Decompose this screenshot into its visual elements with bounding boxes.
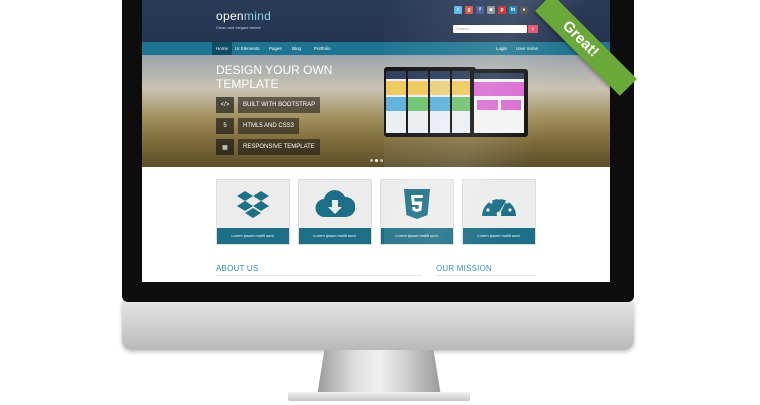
feature-card-speedometer[interactable]: Lorem ipsum mollit sunt. [462, 179, 536, 245]
facebook-icon[interactable]: f [476, 6, 484, 14]
dropbox-icon [217, 180, 289, 228]
monitor-chin [122, 302, 634, 350]
hero-button-label: HTML5 AND CSS3 [238, 118, 300, 134]
tablet-devices-image [384, 67, 528, 139]
our-mission-heading: OUR MISSION [436, 264, 492, 273]
hero-button-label: RESPONSIVE TEMPLATE [238, 139, 320, 155]
nav-item-pages[interactable]: Pages [265, 42, 286, 55]
hero-button-label: BUILT WITH BOOTSTRAP [238, 97, 321, 113]
nav-item-portfolio[interactable]: Portfolio [310, 42, 335, 55]
search-input[interactable]: Search... [453, 25, 527, 33]
cloud-download-icon [299, 180, 371, 228]
nav-item-user-name[interactable]: User name [512, 42, 542, 55]
google-plus-icon[interactable]: g [465, 6, 473, 14]
pinterest-icon[interactable]: p [498, 6, 506, 14]
github-icon[interactable]: ● [520, 6, 528, 14]
logo-suffix: mind [243, 9, 272, 23]
feature-card-html5[interactable]: Lorem ipsum mollit sunt. [380, 179, 454, 245]
hero-button-bootstrap[interactable]: </> BUILT WITH BOOTSTRAP [216, 97, 321, 113]
hero-title: DESIGN YOUR OWN TEMPLATE [216, 63, 333, 91]
feature-caption: Lorem ipsum mollit sunt. [217, 228, 289, 244]
hero-button-html5[interactable]: 5 HTML5 AND CSS3 [216, 118, 300, 134]
slider-dot[interactable] [380, 159, 383, 162]
hero-slider: DESIGN YOUR OWN TEMPLATE </> BUILT WITH … [142, 55, 610, 167]
our-mission-divider [436, 275, 536, 276]
instagram-icon[interactable]: ◙ [487, 6, 495, 14]
code-icon: </> [216, 97, 234, 113]
grid-icon: ▦ [216, 139, 234, 155]
social-icons: t g f ◙ p in ● [454, 6, 528, 14]
slider-indicators[interactable] [370, 159, 383, 162]
linkedin-icon[interactable]: in [509, 6, 517, 14]
site-tagline: Clean and elegant theme [216, 25, 261, 30]
tablet-device-wide [470, 69, 528, 137]
html5-icon: 5 [216, 118, 234, 134]
nav-item-blog[interactable]: Blog [288, 42, 305, 55]
hero-button-responsive[interactable]: ▦ RESPONSIVE TEMPLATE [216, 139, 320, 155]
html5-shield-icon [381, 180, 453, 228]
about-us-heading: ABOUT US [216, 264, 259, 273]
feature-caption: Lorem ipsum mollit sunt. [299, 228, 371, 244]
nav-item-home[interactable]: Home [212, 42, 233, 55]
nav-item-login[interactable]: Login [492, 42, 511, 55]
slider-dot-active[interactable] [375, 159, 378, 162]
feature-card-dropbox[interactable]: Lorem ipsum mollit sunt. [216, 179, 290, 245]
feature-card-cloud[interactable]: Lorem ipsum mollit sunt. [298, 179, 372, 245]
about-us-divider [216, 275, 422, 276]
feature-caption: Lorem ipsum mollit sunt. [463, 228, 535, 244]
speedometer-icon [463, 180, 535, 228]
monitor-stand [317, 350, 441, 396]
monitor-stand-base [288, 392, 470, 401]
twitter-icon[interactable]: t [454, 6, 462, 14]
website-screen: openmind Clean and elegant theme t g f ◙ p in… [142, 0, 610, 282]
site-logo[interactable]: openmind [216, 9, 271, 23]
main-nav: Home UI Elements Pages Blog Portfolio Lo… [142, 42, 610, 55]
imac-mockup: openmind Clean and elegant theme t g f ◙ p in… [0, 0, 760, 405]
search-icon: ⌕ [531, 26, 535, 32]
nav-item-ui-elements[interactable]: UI Elements [231, 42, 264, 55]
slider-dot[interactable] [370, 159, 373, 162]
search-button[interactable]: ⌕ [528, 25, 538, 33]
logo-prefix: open [216, 9, 244, 23]
feature-caption: Lorem ipsum mollit sunt. [381, 228, 453, 244]
